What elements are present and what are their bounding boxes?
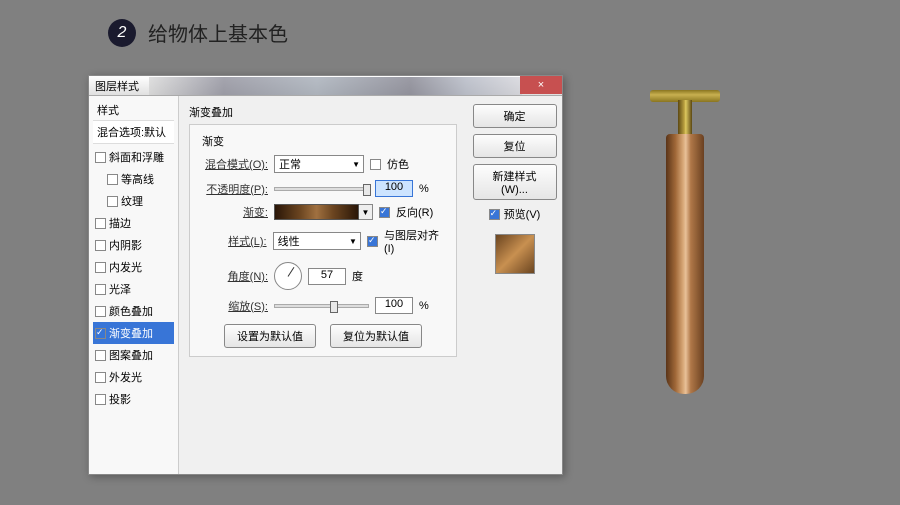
opacity-slider[interactable]	[274, 187, 369, 191]
style-item-label: 等高线	[121, 171, 154, 187]
style-item-0[interactable]: 斜面和浮雕	[93, 146, 174, 168]
style-checkbox[interactable]	[107, 196, 118, 207]
style-item-label: 斜面和浮雕	[109, 149, 164, 165]
dialog-title: 图层样式	[95, 78, 139, 94]
style-list-panel: 样式 混合选项:默认 斜面和浮雕等高线纹理描边内阴影内发光光泽颜色叠加渐变叠加图…	[89, 96, 179, 474]
opacity-input[interactable]: 100	[375, 180, 413, 197]
reset-default-button[interactable]: 复位为默认值	[330, 324, 422, 348]
settings-panel: 渐变叠加 渐变 混合模式(O): 正常 仿色 不透明度(P): 100 % 渐变…	[179, 96, 467, 474]
style-item-6[interactable]: 光泽	[93, 278, 174, 300]
angle-dial[interactable]	[274, 262, 302, 290]
style-checkbox[interactable]	[95, 394, 106, 405]
style-item-4[interactable]: 内阴影	[93, 234, 174, 256]
close-button[interactable]: ×	[520, 76, 562, 94]
style-checkbox[interactable]	[95, 350, 106, 361]
style-item-label: 外发光	[109, 369, 142, 385]
ok-button[interactable]: 确定	[473, 104, 557, 128]
gradient-label: 渐变:	[198, 204, 268, 220]
object-body	[666, 134, 704, 394]
opacity-unit: %	[419, 183, 429, 195]
style-item-label: 纹理	[121, 193, 143, 209]
preview-checkbox[interactable]	[489, 209, 500, 220]
style-item-label: 内发光	[109, 259, 142, 275]
style-checkbox[interactable]	[95, 372, 106, 383]
style-item-label: 描边	[109, 215, 131, 231]
style-item-9[interactable]: 图案叠加	[93, 344, 174, 366]
angle-input[interactable]: 57	[308, 268, 346, 285]
style-item-label: 图案叠加	[109, 347, 153, 363]
reverse-checkbox[interactable]	[379, 207, 390, 218]
titlebar[interactable]: 图层样式 ×	[89, 76, 562, 96]
style-item-label: 光泽	[109, 281, 131, 297]
scale-input[interactable]: 100	[375, 297, 413, 314]
style-checkbox[interactable]	[95, 218, 106, 229]
gradient-swatch[interactable]	[274, 204, 359, 220]
style-checkbox[interactable]	[95, 306, 106, 317]
style-item-1[interactable]: 等高线	[93, 168, 174, 190]
object-neck	[678, 100, 692, 136]
style-item-label: 投影	[109, 391, 131, 407]
blend-mode-dropdown[interactable]: 正常	[274, 155, 364, 173]
style-checkbox[interactable]	[95, 240, 106, 251]
scale-label: 缩放(S):	[198, 298, 268, 314]
blend-options-header[interactable]: 混合选项:默认	[93, 121, 174, 144]
make-default-button[interactable]: 设置为默认值	[224, 324, 316, 348]
style-checkbox[interactable]	[95, 284, 106, 295]
styles-header[interactable]: 样式	[93, 100, 174, 121]
dither-label: 仿色	[387, 156, 409, 172]
style-checkbox[interactable]	[107, 174, 118, 185]
style-checkbox[interactable]	[95, 328, 106, 339]
angle-label: 角度(N):	[198, 268, 268, 284]
step-number-badge: 2	[108, 19, 136, 47]
blend-mode-label: 混合模式(O):	[198, 156, 268, 172]
align-checkbox[interactable]	[367, 236, 378, 247]
style-item-label: 内阴影	[109, 237, 142, 253]
rendered-object	[640, 90, 730, 440]
preview-swatch	[495, 234, 535, 274]
style-item-label: 渐变叠加	[109, 325, 153, 341]
style-label: 样式(L):	[198, 233, 267, 249]
preview-label: 预览(V)	[504, 206, 541, 222]
reverse-label: 反向(R)	[396, 204, 433, 220]
scale-slider[interactable]	[274, 304, 369, 308]
layer-style-dialog: 图层样式 × 样式 混合选项:默认 斜面和浮雕等高线纹理描边内阴影内发光光泽颜色…	[88, 75, 563, 475]
align-label: 与图层对齐(I)	[384, 227, 448, 255]
dither-checkbox[interactable]	[370, 159, 381, 170]
style-dropdown[interactable]: 线性	[273, 232, 361, 250]
style-item-8[interactable]: 渐变叠加	[93, 322, 174, 344]
style-item-11[interactable]: 投影	[93, 388, 174, 410]
style-checkbox[interactable]	[95, 262, 106, 273]
style-item-5[interactable]: 内发光	[93, 256, 174, 278]
scale-unit: %	[419, 300, 429, 312]
style-checkbox[interactable]	[95, 152, 106, 163]
cancel-button[interactable]: 复位	[473, 134, 557, 158]
opacity-label: 不透明度(P):	[198, 181, 268, 197]
section-title: 渐变叠加	[189, 104, 457, 120]
style-item-10[interactable]: 外发光	[93, 366, 174, 388]
step-title: 给物体上基本色	[148, 18, 288, 47]
group-legend: 渐变	[198, 133, 448, 149]
style-item-label: 颜色叠加	[109, 303, 153, 319]
style-item-3[interactable]: 描边	[93, 212, 174, 234]
gradient-dropdown-arrow[interactable]: ▼	[359, 204, 373, 220]
action-panel: 确定 复位 新建样式(W)... 预览(V)	[467, 96, 562, 474]
style-item-2[interactable]: 纹理	[93, 190, 174, 212]
angle-unit: 度	[352, 268, 363, 284]
new-style-button[interactable]: 新建样式(W)...	[473, 164, 557, 200]
titlebar-decoration	[149, 77, 522, 95]
style-item-7[interactable]: 颜色叠加	[93, 300, 174, 322]
